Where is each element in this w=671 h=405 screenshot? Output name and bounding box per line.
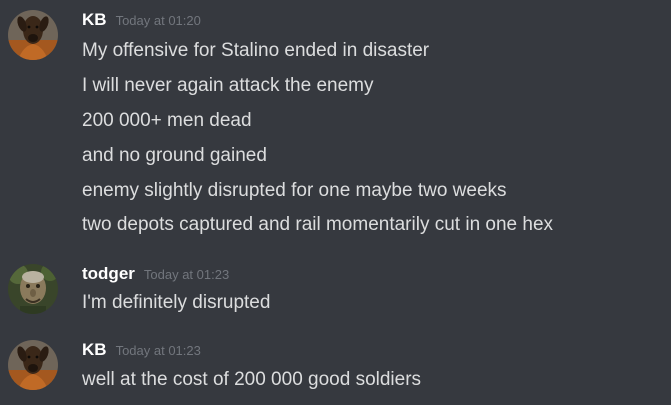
message-text: two depots captured and rail momentarily… <box>82 214 554 235</box>
dog-avatar-icon[interactable] <box>8 10 58 60</box>
message-header: KB Today at 01:23 <box>82 340 201 364</box>
message-text: I'm definitely disrupted <box>82 292 271 313</box>
message-text: My offensive for Stalino ended in disast… <box>82 40 430 61</box>
chat-messages: KB Today at 01:20 My offensive for Stali… <box>0 0 671 405</box>
timestamp[interactable]: Today at 01:23 <box>144 267 229 282</box>
timestamp[interactable]: Today at 01:23 <box>116 343 201 358</box>
message-text: I will never again attack the enemy <box>82 75 374 96</box>
old-man-avatar-icon[interactable] <box>8 264 58 314</box>
message-text: and no ground gained <box>82 145 267 166</box>
username[interactable]: todger <box>82 264 135 284</box>
message-text: 200 000+ men dead <box>82 110 252 131</box>
username[interactable]: KB <box>82 340 107 360</box>
message-text: well at the cost of 200 000 good soldier… <box>82 369 422 390</box>
message-header: todger Today at 01:23 <box>82 264 229 288</box>
message-text: enemy slightly disrupted for one maybe t… <box>82 180 507 201</box>
message-header: KB Today at 01:20 <box>82 10 201 34</box>
username[interactable]: KB <box>82 10 107 30</box>
timestamp[interactable]: Today at 01:20 <box>116 13 201 28</box>
dog-avatar-icon[interactable] <box>8 340 58 390</box>
